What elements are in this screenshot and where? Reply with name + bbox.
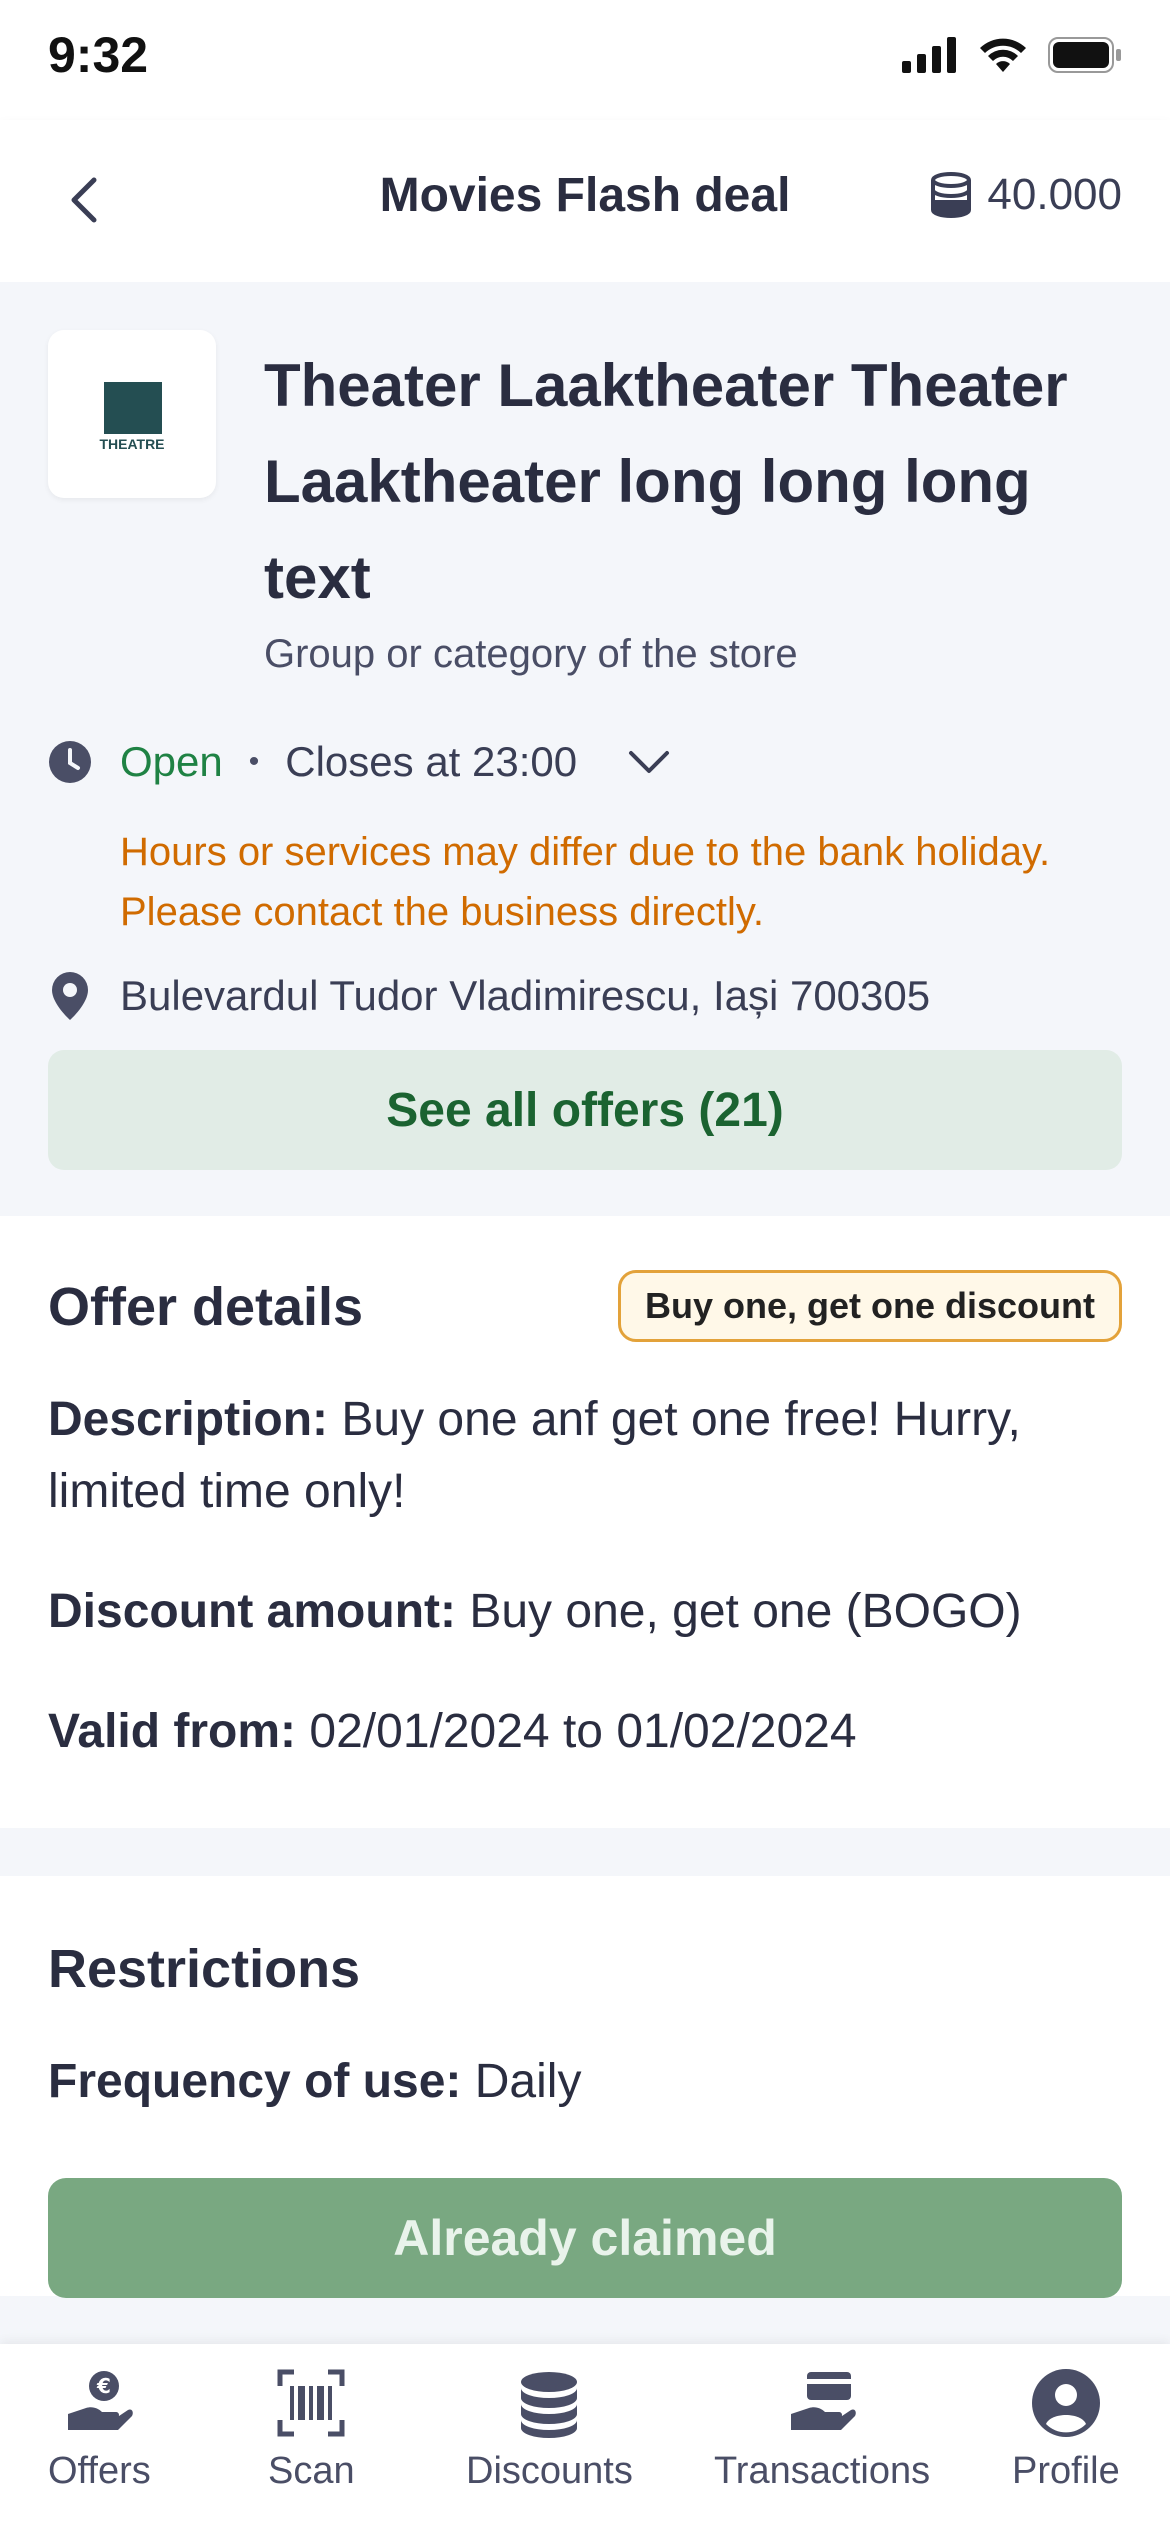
tab-discounts-label: Discounts (466, 2450, 633, 2492)
open-status: Open (120, 738, 223, 785)
hand-euro-icon: € (68, 2371, 134, 2430)
clock-icon (49, 741, 91, 783)
frequency-value: Daily (474, 2055, 582, 2108)
wifi-icon (980, 38, 1026, 72)
offer-validity: Valid from: 02/01/2024 to 01/02/2024 (48, 1696, 1128, 1768)
store-section: THEATRE Theater Laaktheater Theater Laak… (0, 282, 1170, 1216)
see-all-offers-button[interactable]: See all offers (21) (48, 1050, 1122, 1170)
hand-card-icon (791, 2372, 856, 2430)
battery-icon (1048, 37, 1121, 73)
coin-balance-value: 40.000 (987, 170, 1122, 219)
app-header: Movies Flash deal 40.000 (0, 120, 1170, 282)
description-label: Description: (48, 1393, 329, 1446)
store-logo: THEATRE (48, 330, 216, 498)
location-pin-icon (52, 972, 88, 1020)
coins-icon (931, 172, 972, 218)
theatre-mask-icon (104, 382, 162, 434)
restrictions-section: Restrictions Frequency of use: Daily Alr… (0, 1876, 1170, 2298)
chevron-down-icon[interactable] (627, 747, 671, 777)
already-claimed-button: Already claimed (48, 2178, 1122, 2298)
store-category: Group or category of the store (264, 632, 798, 676)
tab-discounts[interactable]: Discounts (466, 2368, 633, 2493)
address-text: Bulevardul Tudor Vladimirescu, Iași 7003… (120, 972, 931, 1019)
svg-text:€: € (96, 2374, 111, 2398)
coins-stack-icon (521, 2372, 578, 2438)
store-logo-text: THEATRE (99, 436, 165, 452)
restrictions-heading: Restrictions (48, 1939, 361, 1999)
discount-value: Buy one, get one (BOGO) (469, 1585, 1022, 1638)
tab-profile[interactable]: Profile (1012, 2368, 1120, 2493)
valid-value: 02/01/2024 to 01/02/2024 (309, 1705, 857, 1758)
frequency-of-use: Frequency of use: Daily (48, 2046, 1128, 2118)
tab-transactions-label: Transactions (714, 2450, 931, 2492)
store-address[interactable]: Bulevardul Tudor Vladimirescu, Iași 7003… (48, 966, 930, 1026)
valid-label: Valid from: (48, 1705, 297, 1758)
user-circle-icon (1031, 2369, 1100, 2437)
frequency-label: Frequency of use: (48, 2055, 462, 2108)
discount-label: Discount amount: (48, 1585, 456, 1638)
system-icons (902, 36, 1122, 74)
offer-type-badge: Buy one, get one discount (617, 1270, 1122, 1342)
bottom-tab-bar: € Offers Scan Discounts Transactions Pro… (0, 2344, 1170, 2532)
store-name: Theater Laaktheater Theater Laaktheater … (264, 352, 1068, 611)
offer-details-section: Offer details Buy one, get one discount … (0, 1216, 1170, 1828)
tab-offers[interactable]: € Offers (48, 2368, 151, 2493)
tab-scan-label: Scan (268, 2450, 355, 2492)
tab-offers-label: Offers (48, 2450, 151, 2492)
closing-time: Closes at 23:00 (285, 738, 578, 785)
tab-profile-label: Profile (1012, 2450, 1120, 2492)
separator-dot: • (248, 745, 260, 778)
status-bar: 9:32 (0, 0, 1170, 120)
opening-hours[interactable]: Open • Closes at 23:00 (48, 734, 671, 790)
tab-scan[interactable]: Scan (268, 2368, 355, 2493)
signal-icon (902, 37, 956, 73)
offer-description: Description: Buy one anf get one free! H… (48, 1384, 1128, 1528)
offer-discount: Discount amount: Buy one, get one (BOGO) (48, 1576, 1128, 1648)
offer-details-heading: Offer details (48, 1277, 364, 1337)
coin-balance: 40.000 (927, 170, 1122, 220)
status-time: 9:32 (48, 27, 149, 83)
barcode-scan-icon (277, 2369, 345, 2437)
tab-transactions[interactable]: Transactions (714, 2368, 930, 2493)
holiday-warning: Hours or services may differ due to the … (120, 830, 1051, 934)
